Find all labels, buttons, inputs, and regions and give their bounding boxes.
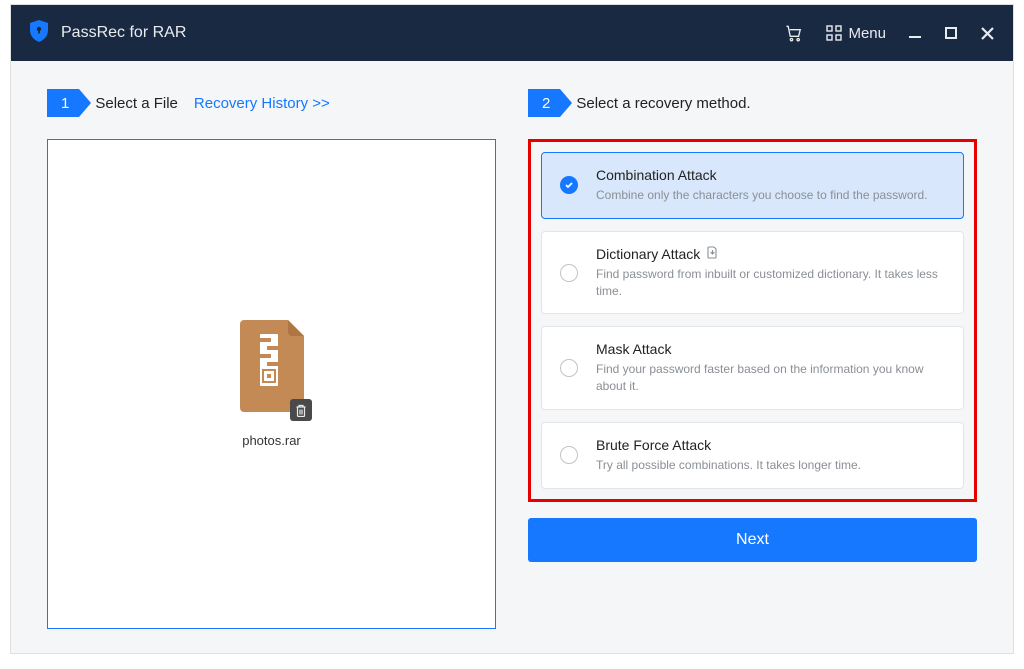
- menu-label: Menu: [848, 25, 886, 42]
- next-button[interactable]: Next: [528, 518, 977, 562]
- recovery-history-link[interactable]: Recovery History >>: [194, 95, 330, 112]
- app-window: PassRec for RAR Menu 1 Sel: [10, 4, 1014, 654]
- method-desc: Try all possible combinations. It takes …: [596, 457, 945, 474]
- method-bruteforce[interactable]: Brute Force Attack Try all possible comb…: [541, 422, 964, 489]
- delete-file-button[interactable]: [290, 399, 312, 421]
- menu-button[interactable]: Menu: [826, 25, 886, 42]
- method-desc: Combine only the characters you choose t…: [596, 187, 945, 204]
- app-title: PassRec for RAR: [61, 24, 186, 42]
- import-icon[interactable]: [706, 246, 719, 262]
- check-icon: [564, 180, 574, 190]
- close-button[interactable]: [980, 26, 995, 41]
- radio-indicator: [560, 264, 578, 282]
- minimize-button[interactable]: [908, 26, 922, 40]
- method-combination[interactable]: Combination Attack Combine only the char…: [541, 152, 964, 219]
- method-mask[interactable]: Mask Attack Find your password faster ba…: [541, 326, 964, 410]
- method-dictionary[interactable]: Dictionary Attack Find password from inb…: [541, 231, 964, 315]
- file-drop-area[interactable]: photos.rar: [47, 139, 496, 629]
- cart-icon[interactable]: [784, 23, 804, 43]
- trash-icon: [295, 404, 307, 417]
- method-title: Dictionary Attack: [596, 246, 700, 262]
- radio-indicator: [560, 359, 578, 377]
- step2-title: Select a recovery method.: [576, 95, 750, 112]
- radio-indicator: [560, 446, 578, 464]
- step1-title: Select a File: [95, 95, 178, 112]
- methods-highlight: Combination Attack Combine only the char…: [528, 139, 977, 502]
- titlebar: PassRec for RAR Menu: [11, 5, 1013, 61]
- grid-icon: [826, 25, 842, 41]
- radio-indicator: [560, 176, 578, 194]
- step2-column: 2 Select a recovery method. Combination …: [528, 89, 977, 629]
- step1-badge: 1: [47, 89, 79, 117]
- shield-icon: [29, 20, 49, 47]
- step2-badge: 2: [528, 89, 560, 117]
- method-title: Brute Force Attack: [596, 437, 711, 453]
- step1-column: 1 Select a File Recovery History >>: [47, 89, 496, 629]
- method-title: Mask Attack: [596, 341, 671, 357]
- method-desc: Find your password faster based on the i…: [596, 361, 945, 395]
- method-title: Combination Attack: [596, 167, 717, 183]
- file-name: photos.rar: [242, 433, 301, 448]
- maximize-button[interactable]: [944, 26, 958, 40]
- method-desc: Find password from inbuilt or customized…: [596, 266, 945, 300]
